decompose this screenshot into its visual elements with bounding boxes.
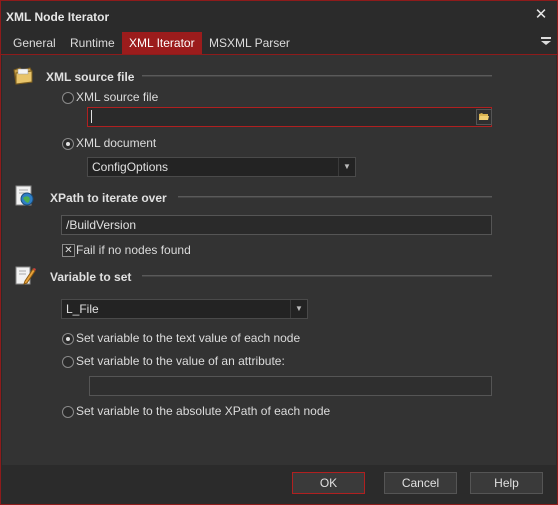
variable-select[interactable]: L_File ▼ [61,299,308,319]
cancel-button[interactable]: Cancel [384,472,457,494]
variable-section-title: Variable to set [50,270,132,284]
pencil-icon [14,264,36,286]
section-divider [142,275,492,277]
xml-document-label: XML document [76,136,157,150]
close-icon[interactable]: ✕ [531,5,551,25]
text-value-radio[interactable] [62,333,74,345]
text-cursor [91,110,92,123]
xml-iterator-panel: XML source file XML source file XML docu… [2,55,556,465]
attribute-value-radio[interactable] [62,356,74,368]
fail-if-no-nodes-checkbox[interactable]: ✕ [62,244,75,257]
absolute-xpath-radio[interactable] [62,406,74,418]
chevron-down-icon: ▼ [290,300,307,318]
xml-file-path-input[interactable] [87,107,492,127]
section-divider [142,75,492,77]
xml-source-section-title: XML source file [46,70,135,84]
text-value-label: Set variable to the text value of each n… [76,331,301,345]
attribute-value-label: Set variable to the value of an attribut… [76,354,285,368]
window-title: XML Node Iterator [6,10,110,24]
menu-icon[interactable] [539,35,553,49]
tab-xml-iterator[interactable]: XML Iterator [122,32,202,54]
absolute-xpath-label: Set variable to the absolute XPath of ea… [76,404,331,418]
xml-source-file-radio[interactable] [62,92,74,104]
tab-general[interactable]: General [6,32,63,54]
tab-msxml-parser[interactable]: MSXML Parser [202,32,297,54]
xml-document-radio[interactable] [62,138,74,150]
variable-value: L_File [66,302,99,316]
section-divider [178,196,492,198]
attribute-name-input[interactable] [89,376,492,396]
fail-if-no-nodes-label: Fail if no nodes found [76,243,191,257]
chevron-down-icon: ▼ [338,158,355,176]
xml-source-file-label: XML source file [76,90,159,104]
folder-icon [12,64,34,86]
document-globe-icon [14,185,36,207]
title-bar: XML Node Iterator ✕ [1,1,557,32]
tab-runtime[interactable]: Runtime [63,32,122,54]
xpath-input[interactable]: /BuildVersion [61,215,492,235]
button-bar: OK Cancel Help [2,465,556,504]
xpath-section-title: XPath to iterate over [50,191,167,205]
help-button[interactable]: Help [470,472,543,494]
open-folder-icon[interactable] [476,109,492,125]
dialog-window: XML Node Iterator ✕ General Runtime XML … [0,0,558,505]
xml-document-select[interactable]: ConfigOptions ▼ [87,157,356,177]
tab-bar: General Runtime XML Iterator MSXML Parse… [1,32,557,55]
xml-document-value: ConfigOptions [92,160,169,174]
ok-button[interactable]: OK [292,472,365,494]
